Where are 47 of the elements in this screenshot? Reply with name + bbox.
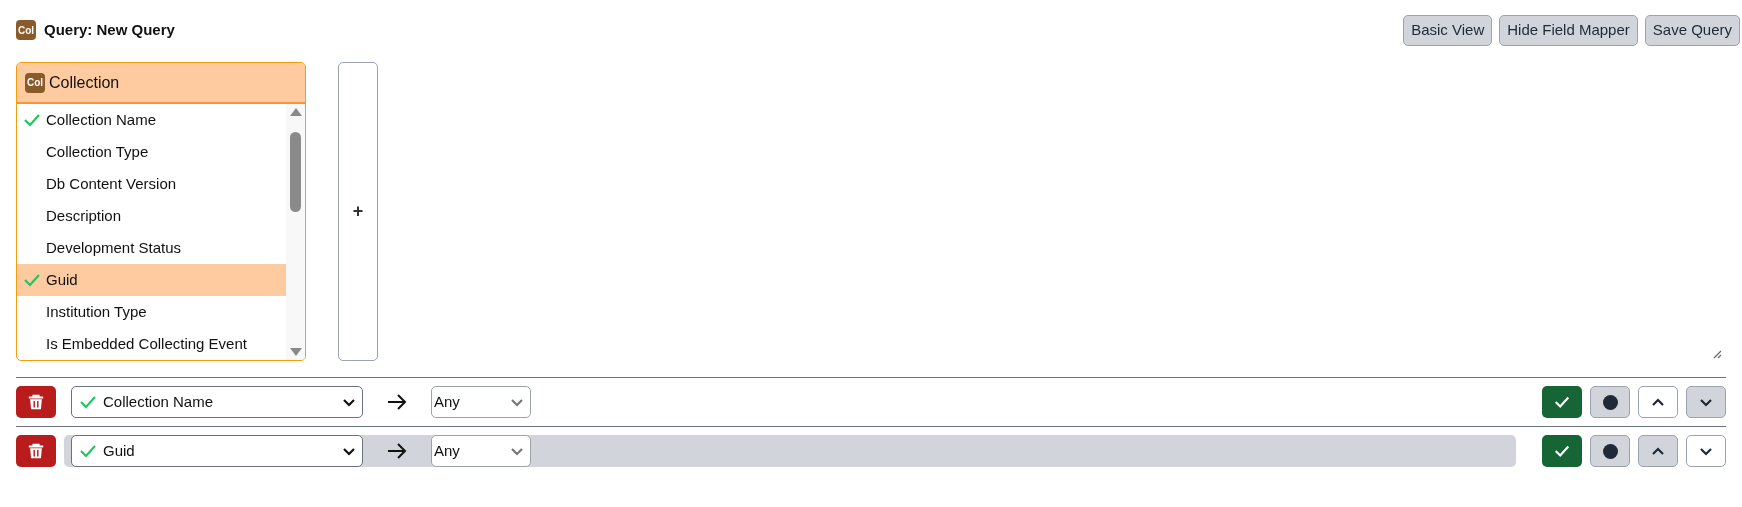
chevron-down-icon: [342, 397, 356, 407]
table-icon: Col: [25, 72, 45, 93]
operator-select[interactable]: Any: [431, 435, 531, 467]
field-select[interactable]: Guid: [71, 435, 363, 467]
field-item[interactable]: Collection Name: [17, 104, 286, 136]
field-item[interactable]: Collection Type: [17, 136, 286, 168]
query-title: Query: New Query: [44, 19, 175, 40]
chevron-down-icon: [1699, 397, 1713, 407]
chevron-up-icon: [1651, 446, 1665, 456]
move-down-button[interactable]: [1686, 386, 1726, 418]
field-item[interactable]: Db Content Version: [17, 168, 286, 200]
chevron-down-icon: [342, 446, 356, 456]
trash-icon: [27, 442, 45, 460]
field-item[interactable]: Institution Type: [17, 296, 286, 328]
trash-icon: [27, 393, 45, 411]
scrollbar-thumb[interactable]: [290, 132, 301, 212]
field-item[interactable]: Description: [17, 200, 286, 232]
chevron-up-icon: [1651, 397, 1665, 407]
delete-button[interactable]: [16, 386, 56, 418]
chevron-down-icon: [510, 397, 524, 407]
field-item[interactable]: Development Status: [17, 232, 286, 264]
toolbar-button[interactable]: Basic View: [1403, 14, 1493, 46]
check-button[interactable]: [1542, 435, 1582, 467]
move-up-button[interactable]: [1638, 435, 1678, 467]
operator-select[interactable]: Any: [431, 386, 531, 418]
query-line-band[interactable]: Collection Name Any: [64, 386, 1516, 418]
chevron-down-icon: [1699, 446, 1713, 456]
check-button[interactable]: [1542, 386, 1582, 418]
scroll-down-arrow-icon[interactable]: [289, 348, 302, 356]
arrow-right-icon: [387, 394, 407, 410]
query-line-band[interactable]: Guid Any: [64, 435, 1516, 467]
circle-button[interactable]: [1590, 435, 1630, 467]
scrollbar[interactable]: [286, 104, 305, 360]
field-select[interactable]: Collection Name: [71, 386, 363, 418]
scroll-up-arrow-icon[interactable]: [289, 108, 302, 116]
toolbar-button[interactable]: Hide Field Mapper: [1499, 14, 1638, 46]
table-icon: Col: [16, 20, 36, 40]
field-item[interactable]: Is Embedded Collecting Event: [17, 328, 286, 360]
toolbar-button[interactable]: Save Query: [1644, 14, 1740, 46]
add-button[interactable]: +: [338, 62, 378, 361]
panel-title: Collection: [49, 72, 120, 93]
chevron-down-icon: [510, 446, 524, 456]
field-item[interactable]: Guid: [17, 264, 286, 296]
arrow-right-icon: [387, 443, 407, 459]
delete-button[interactable]: [16, 435, 56, 467]
circle-button[interactable]: [1590, 386, 1630, 418]
resize-handle-icon[interactable]: [1712, 349, 1722, 359]
